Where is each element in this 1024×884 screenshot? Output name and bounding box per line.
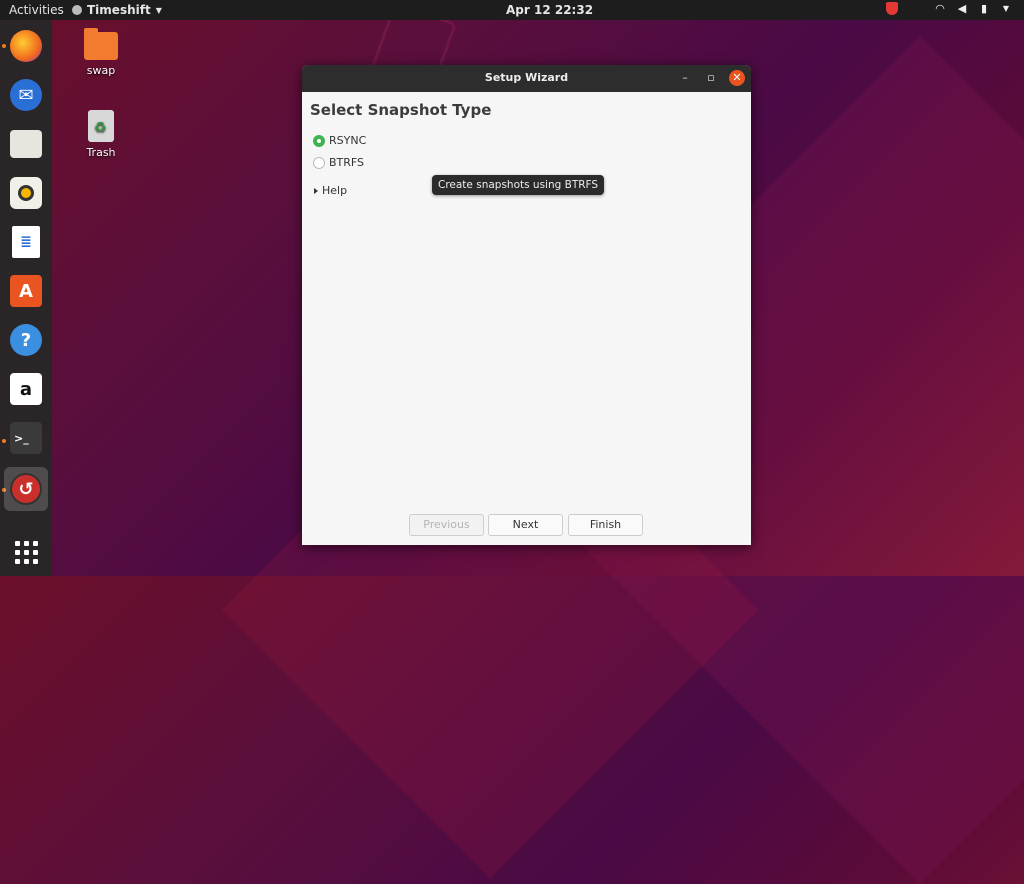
terminal-icon: >_ [10,422,42,454]
show-applications-button[interactable] [4,530,48,574]
previous-button[interactable]: Previous [409,514,484,536]
trash-icon [88,110,114,142]
dock-software[interactable]: A [4,269,48,313]
app-menu[interactable]: Timeshift ▼ [72,3,162,17]
software-icon: A [10,275,42,307]
top-bar: Activities Timeshift ▼ Apr 12 22:32 ◠ ◀ … [0,0,1024,20]
show-apps-icon [14,540,38,564]
dock-amazon[interactable]: a [4,367,48,411]
help-label: Help [322,184,348,197]
help-icon: ? [10,324,42,356]
dock-writer[interactable]: ≣ [4,220,48,264]
activities-button[interactable]: Activities [9,3,64,17]
desktop-icon-label: Trash [86,146,116,159]
window-titlebar[interactable]: Setup Wizard – ▫ ✕ [302,65,751,92]
desktop-icon-swap[interactable]: swap [71,28,131,77]
radio-btrfs[interactable]: BTRFS [313,156,364,169]
expander-arrow-icon [314,187,318,194]
dock-terminal[interactable]: >_ [4,416,48,460]
shield-icon[interactable] [886,2,898,15]
dock: ✉ ≣ A ? a >_ ↺ [0,20,52,576]
app-icon [72,5,82,15]
writer-icon: ≣ [12,226,40,258]
next-button[interactable]: Next [488,514,563,536]
minimize-button[interactable]: – [677,70,693,86]
dock-firefox[interactable] [4,24,48,68]
help-expander[interactable]: Help [314,184,347,197]
radio-rsync[interactable]: RSYNC [313,134,366,147]
thunderbird-icon: ✉ [10,79,42,111]
maximize-button[interactable]: ▫ [703,70,719,86]
radio-unselected-icon[interactable] [313,156,325,169]
chevron-down-icon: ▼ [155,5,162,15]
dock-rhythmbox[interactable] [4,171,48,215]
radio-selected-icon[interactable] [313,134,325,147]
timeshift-icon: ↺ [10,473,42,505]
rhythmbox-icon [10,177,42,209]
clock[interactable]: Apr 12 22:32 [506,3,593,17]
battery-icon: ▮ [980,1,988,15]
folder-icon [84,28,118,60]
files-icon [10,130,42,158]
firefox-icon [10,30,42,62]
dock-help[interactable]: ? [4,318,48,362]
radio-label: RSYNC [329,134,367,147]
desktop-icon-label: swap [86,64,116,77]
dock-files[interactable] [4,122,48,166]
dock-timeshift[interactable]: ↺ [4,467,48,511]
wifi-icon: ◠ [935,1,945,15]
dock-thunderbird[interactable]: ✉ [4,73,48,117]
setup-wizard-window: Setup Wizard – ▫ ✕ Select Snapshot Type … [302,65,751,545]
close-button[interactable]: ✕ [729,70,745,86]
desktop-icon-trash[interactable]: Trash [71,110,131,159]
chevron-down-icon: ▼ [1002,3,1010,13]
amazon-icon: a [10,373,42,405]
system-tray[interactable]: ◠ ◀ ▮ ▼ [886,2,1012,15]
tooltip: Create snapshots using BTRFS [432,175,605,195]
app-menu-label: Timeshift [87,3,151,17]
radio-label: BTRFS [329,156,365,169]
finish-button[interactable]: Finish [568,514,643,536]
volume-icon: ◀ [957,1,967,15]
page-title: Select Snapshot Type [310,101,492,119]
